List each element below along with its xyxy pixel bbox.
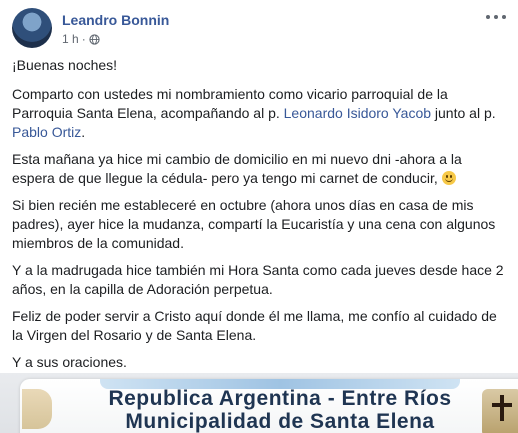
- more-options-icon[interactable]: [486, 10, 506, 24]
- post-attachment-image[interactable]: Republica Argentina - Entre Ríos Municip…: [0, 373, 518, 433]
- post-time[interactable]: 1 h: [62, 32, 79, 46]
- card-title-line1: Republica Argentina - Entre Ríos: [108, 387, 452, 410]
- meta-separator: ·: [81, 32, 86, 46]
- paragraph-text: .: [81, 124, 86, 140]
- paragraph-text: junto al p.: [431, 105, 496, 121]
- post-header: Leandro Bonnin 1 h ·: [12, 6, 506, 52]
- tagged-person-link[interactable]: Leonardo Isidoro Yacob: [284, 105, 431, 121]
- card-title-line2: Municipalidad de Santa Elena: [125, 410, 435, 433]
- address-change-paragraph: Esta mañana ya hice mi cambio de domicil…: [12, 150, 506, 188]
- move-paragraph: Si bien recién me estableceré en octubre…: [12, 197, 496, 251]
- holy-hour-paragraph: Y a la madrugada hice también mi Hora Sa…: [12, 262, 504, 297]
- author-name[interactable]: Leandro Bonnin: [62, 12, 169, 28]
- greeting-paragraph: ¡Buenas noches!: [12, 57, 118, 73]
- paragraph-text: Esta mañana ya hice mi cambio de domicil…: [12, 151, 462, 186]
- tagged-person-link[interactable]: Pablo Ortiz: [12, 124, 81, 140]
- globe-icon[interactable]: [89, 33, 100, 45]
- smiley-emoji: [441, 171, 456, 185]
- post-body: ¡Buenas noches! Comparto con ustedes mi …: [12, 56, 506, 380]
- id-card-image: Republica Argentina - Entre Ríos Municip…: [20, 379, 518, 433]
- appointment-paragraph: Comparto con ustedes mi nombramiento com…: [12, 85, 506, 142]
- cross-seal-icon: [482, 389, 518, 433]
- gratitude-paragraph: Feliz de poder servir a Cristo aquí dond…: [12, 308, 497, 343]
- post-meta: 1 h ·: [62, 32, 100, 46]
- avatar[interactable]: [12, 8, 52, 48]
- closing-paragraph: Y a sus oraciones.: [12, 354, 127, 370]
